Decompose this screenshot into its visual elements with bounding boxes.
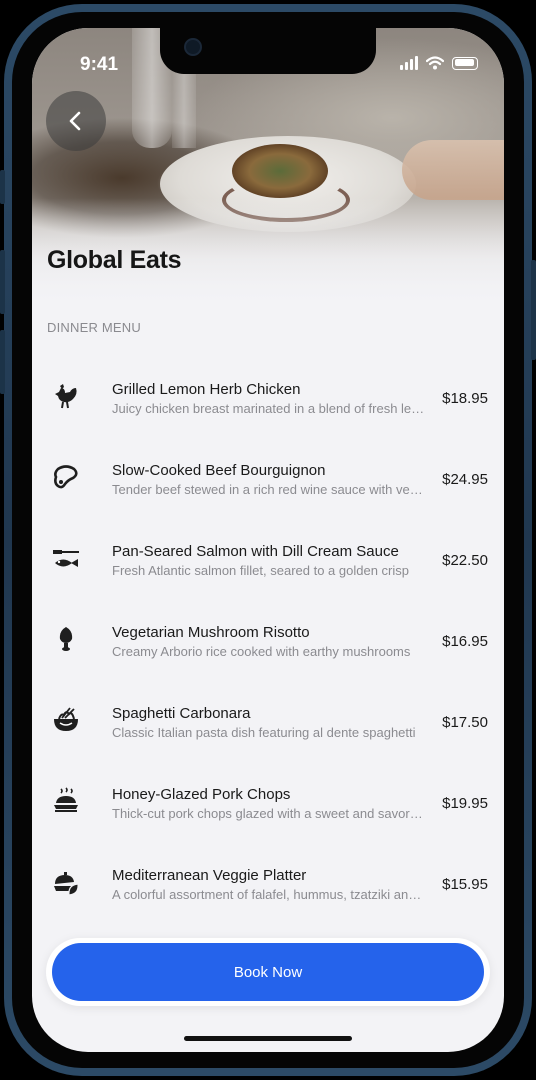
notch — [160, 28, 376, 74]
fish-knife-icon — [53, 550, 79, 567]
dish-price: $22.50 — [442, 552, 488, 569]
menu-item[interactable]: Pan-Seared Salmon with Dill Cream Sauce … — [32, 520, 504, 601]
dish-price: $18.95 — [442, 390, 488, 407]
menu-item[interactable]: Slow-Cooked Beef Bourguignon Tender beef… — [32, 439, 504, 520]
dish-description: A colorful assortment of falafel, hummus… — [112, 887, 428, 902]
dish-price: $16.95 — [442, 633, 488, 650]
back-button[interactable] — [46, 91, 106, 151]
dish-description: Classic Italian pasta dish featuring al … — [112, 725, 416, 740]
diner-hand — [402, 140, 504, 200]
dish-name: Mediterranean Veggie Platter — [112, 867, 307, 884]
app-screen: 9:41 Global Eats DINNER MENU Grilled Lem… — [32, 28, 504, 1052]
mushroom-icon — [59, 627, 73, 651]
plated-dish — [232, 144, 328, 198]
dish-price: $17.50 — [442, 714, 488, 731]
dish-name: Slow-Cooked Beef Bourguignon — [112, 462, 326, 479]
power-button — [531, 260, 536, 360]
book-button-container: Book Now — [46, 938, 490, 1006]
noodle-bowl-icon — [54, 707, 78, 731]
roast-dish-icon — [54, 787, 78, 812]
book-now-button[interactable]: Book Now — [52, 943, 484, 1001]
section-label: DINNER MENU — [47, 320, 141, 335]
dish-name: Spaghetti Carbonara — [112, 705, 251, 722]
dish-price: $15.95 — [442, 876, 488, 893]
dish-name: Grilled Lemon Herb Chicken — [112, 381, 301, 398]
menu-item[interactable]: Grilled Lemon Herb Chicken Juicy chicken… — [32, 358, 504, 439]
volume-down-button — [0, 330, 5, 394]
status-time: 9:41 — [80, 54, 119, 75]
menu-item[interactable]: Mediterranean Veggie Platter A colorful … — [32, 844, 504, 925]
dish-name: Vegetarian Mushroom Risotto — [112, 624, 310, 641]
menu-item[interactable]: Spaghetti Carbonara Classic Italian past… — [32, 682, 504, 763]
menu-list: Grilled Lemon Herb Chicken Juicy chicken… — [32, 358, 504, 925]
dish-price: $19.95 — [442, 795, 488, 812]
home-indicator[interactable] — [184, 1036, 352, 1041]
rooster-icon — [55, 384, 77, 409]
dish-description: Juicy chicken breast marinated in a blen… — [112, 401, 428, 416]
battery-icon — [452, 56, 478, 70]
volume-up-button — [0, 250, 5, 314]
dish-name: Pan-Seared Salmon with Dill Cream Sauce — [112, 543, 399, 560]
dish-description: Tender beef stewed in a rich red wine sa… — [112, 482, 428, 497]
status-icons — [400, 56, 478, 70]
steak-icon — [54, 465, 78, 489]
dish-description: Fresh Atlantic salmon fillet, seared to … — [112, 563, 409, 578]
menu-item[interactable]: Vegetarian Mushroom Risotto Creamy Arbor… — [32, 601, 504, 682]
front-camera — [184, 38, 202, 56]
mute-switch — [0, 170, 5, 204]
dish-price: $24.95 — [442, 471, 488, 488]
wifi-icon — [426, 56, 444, 70]
page-title: Global Eats — [47, 246, 182, 274]
chevron-left-icon — [69, 111, 81, 131]
menu-item[interactable]: Honey-Glazed Pork Chops Thick-cut pork c… — [32, 763, 504, 844]
dish-description: Creamy Arborio rice cooked with earthy m… — [112, 644, 411, 659]
dish-description: Thick-cut pork chops glazed with a sweet… — [112, 806, 428, 821]
veggie-platter-icon — [54, 872, 79, 896]
cellular-signal-icon — [400, 56, 418, 70]
dish-name: Honey-Glazed Pork Chops — [112, 786, 291, 803]
